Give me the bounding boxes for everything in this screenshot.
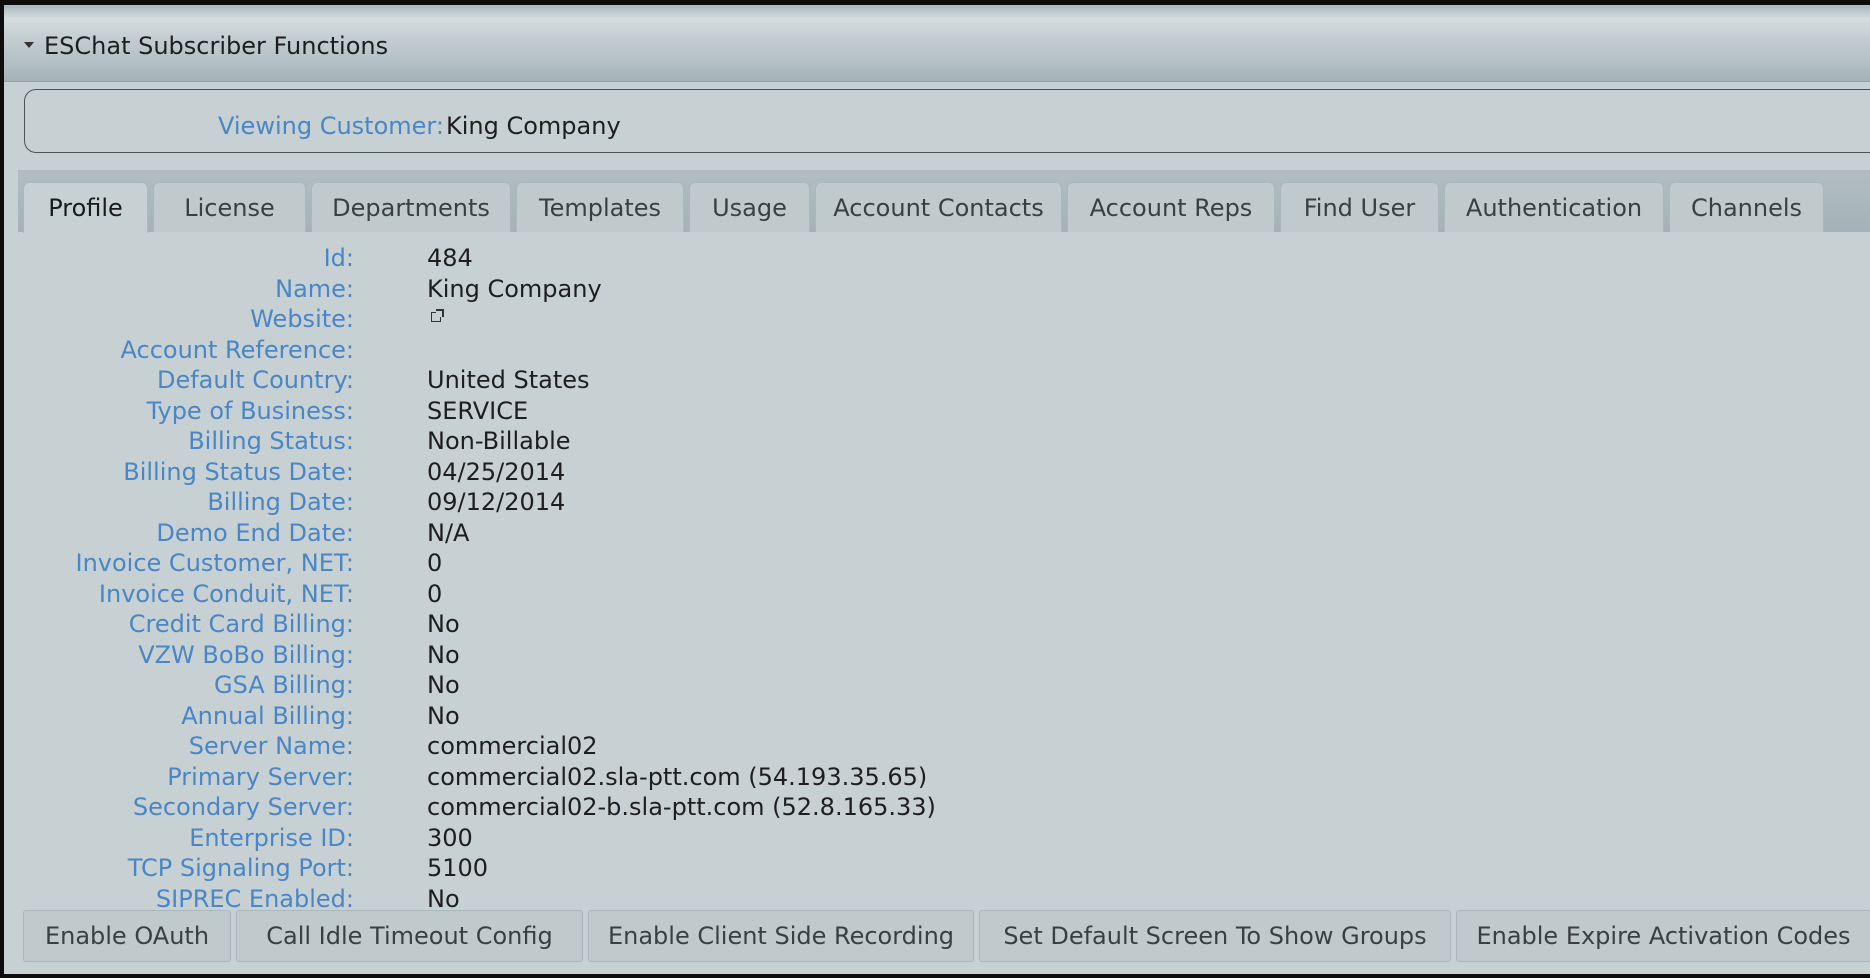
profile-row-default-country: Default Country: United States: [4, 366, 1804, 396]
profile-row-primary-server: Primary Server: commercial02.sla-ptt.com…: [4, 763, 1804, 793]
profile-row-server-name: Server Name: commercial02: [4, 732, 1804, 762]
field-label: Id:: [323, 244, 354, 272]
field-label: Demo End Date:: [156, 518, 354, 547]
tab-templates[interactable]: Templates: [516, 182, 684, 232]
profile-row-secondary-server: Secondary Server: commercial02-b.sla-ptt…: [4, 793, 1804, 823]
enable-oauth-button[interactable]: Enable OAuth: [23, 910, 231, 962]
profile-row-gsa-billing: GSA Billing: No: [4, 671, 1804, 701]
field-label: Billing Status:: [188, 427, 354, 455]
profile-row-billing-status-date: Billing Status Date: 04/25/2014: [4, 458, 1804, 488]
panel-header[interactable]: ESChat Subscriber Functions: [4, 6, 1870, 82]
profile-row-credit-card-billing: Credit Card Billing: No: [4, 610, 1804, 640]
profile-row-billing-date: Billing Date: 09/12/2014: [4, 488, 1804, 518]
profile-row-website: Website:: [4, 305, 1804, 335]
tab-find-user[interactable]: Find User: [1280, 182, 1439, 232]
profile-row-id: Id: 484: [4, 244, 1804, 274]
field-label: Credit Card Billing:: [128, 610, 354, 638]
tab-account-reps[interactable]: Account Reps: [1067, 182, 1275, 232]
field-label: Billing Date:: [207, 488, 354, 516]
tab-bar: Profile License Departments Templates Us…: [18, 170, 1870, 233]
field-label: Enterprise ID:: [189, 823, 354, 852]
field-value: United States: [427, 366, 590, 394]
tab-profile[interactable]: Profile: [23, 182, 148, 233]
field-value: 0: [427, 549, 443, 577]
field-value: 484: [427, 244, 473, 272]
field-value: SERVICE: [427, 396, 529, 425]
field-label: Default Country:: [156, 366, 354, 394]
field-value: No: [427, 884, 460, 913]
field-value: commercial02: [427, 732, 598, 760]
profile-row-invoice-customer: Invoice Customer, NET: 0: [4, 549, 1804, 579]
field-label: VZW BoBo Billing:: [138, 640, 354, 669]
field-label: SIPREC Enabled:: [155, 884, 354, 913]
viewing-customer-value: King Company: [446, 112, 621, 140]
field-value: No: [427, 671, 460, 699]
enable-client-side-recording-button[interactable]: Enable Client Side Recording: [588, 910, 974, 962]
profile-row-invoice-conduit: Invoice Conduit, NET: 0: [4, 580, 1804, 610]
field-label: Annual Billing:: [181, 701, 354, 730]
field-label: TCP Signaling Port:: [127, 854, 354, 882]
profile-row-billing-status: Billing Status: Non-Billable: [4, 427, 1804, 457]
tab-license[interactable]: License: [153, 182, 306, 232]
call-idle-timeout-config-button[interactable]: Call Idle Timeout Config: [236, 910, 583, 962]
tab-usage[interactable]: Usage: [689, 182, 810, 232]
viewing-customer-box: Viewing Customer: King Company: [24, 89, 1870, 153]
field-value: 5100: [427, 854, 489, 882]
field-value: King Company: [427, 274, 602, 303]
profile-row-annual-billing: Annual Billing: No: [4, 702, 1804, 732]
field-value: 09/12/2014: [427, 488, 566, 516]
field-value: No: [427, 640, 460, 669]
field-value: commercial02-b.sla-ptt.com (52.8.165.33): [427, 793, 936, 821]
profile-row-demo-end-date: Demo End Date: N/A: [4, 519, 1804, 549]
tab-channels[interactable]: Channels: [1669, 182, 1824, 232]
field-value: Non-Billable: [427, 427, 571, 455]
viewing-customer-label: Viewing Customer:: [218, 112, 444, 140]
field-label: Billing Status Date:: [123, 457, 354, 486]
field-value: N/A: [427, 518, 470, 547]
field-label: Secondary Server:: [132, 793, 354, 821]
field-value: No: [427, 701, 460, 730]
field-label: Invoice Customer, NET:: [75, 549, 355, 577]
field-value: commercial02.sla-ptt.com (54.193.35.65): [427, 762, 928, 791]
field-label: Primary Server:: [167, 762, 354, 791]
field-label: Server Name:: [188, 732, 354, 760]
subscriber-functions-panel: ESChat Subscriber Functions Viewing Cust…: [4, 5, 1870, 974]
panel-title: ESChat Subscriber Functions: [44, 32, 389, 60]
profile-row-vzw-bobo-billing: VZW BoBo Billing: No: [4, 641, 1804, 671]
action-bar: Enable OAuth Call Idle Timeout Config En…: [18, 910, 1870, 966]
profile-row-type-of-business: Type of Business: SERVICE: [4, 397, 1804, 427]
profile-row-account-reference: Account Reference:: [4, 336, 1804, 366]
enable-expire-activation-codes-button[interactable]: Enable Expire Activation Codes: [1456, 910, 1870, 962]
tab-authentication[interactable]: Authentication: [1444, 182, 1664, 232]
profile-row-tcp-signaling-port: TCP Signaling Port: 5100: [4, 854, 1804, 884]
field-label: Name:: [275, 274, 354, 303]
profile-row-enterprise-id: Enterprise ID: 300: [4, 824, 1804, 854]
tab-departments[interactable]: Departments: [311, 182, 511, 232]
field-value: 0: [427, 579, 443, 608]
field-value: No: [427, 610, 460, 638]
field-label: Website:: [250, 305, 354, 333]
profile-row-name: Name: King Company: [4, 275, 1804, 305]
field-label: Type of Business:: [146, 396, 354, 425]
field-value: 300: [427, 823, 473, 852]
set-default-screen-to-show-groups-button[interactable]: Set Default Screen To Show Groups: [979, 910, 1451, 962]
tab-account-contacts[interactable]: Account Contacts: [815, 182, 1062, 232]
triangle-down-icon[interactable]: [24, 42, 34, 48]
field-label: Account Reference:: [120, 335, 354, 364]
external-link-icon[interactable]: [431, 309, 444, 322]
field-value: 04/25/2014: [427, 457, 566, 486]
field-label: Invoice Conduit, NET:: [98, 579, 354, 608]
field-label: GSA Billing:: [214, 671, 354, 699]
